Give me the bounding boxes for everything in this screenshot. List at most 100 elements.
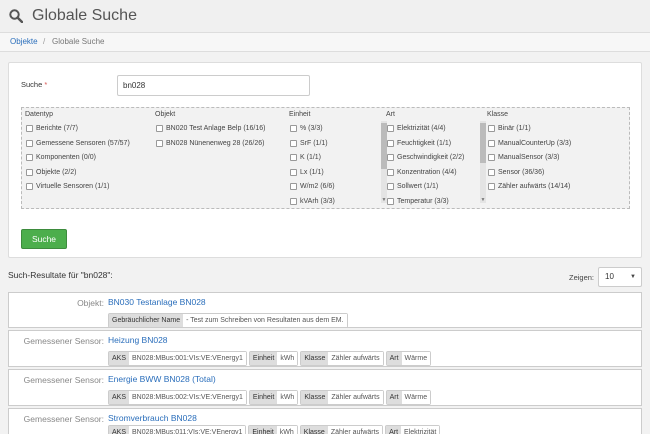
- result-tag: Gebräuchlicher Name - Test zum Schreiben …: [108, 313, 348, 328]
- result-link[interactable]: Heizung BN028: [108, 335, 168, 345]
- checkbox[interactable]: [387, 154, 394, 161]
- search-input[interactable]: [117, 75, 310, 96]
- result-tags: Gebräuchlicher Name - Test zum Schreiben …: [108, 313, 348, 329]
- search-panel: Suche * Datentyp Berichte (7/7) Gemessen…: [8, 62, 642, 258]
- checkbox[interactable]: [290, 154, 297, 161]
- filter-option[interactable]: Geschwindigkeit (2/2): [386, 151, 478, 166]
- checkbox[interactable]: [488, 183, 495, 190]
- breadcrumb-objekte-link[interactable]: Objekte: [10, 37, 38, 46]
- scrollbar-thumb[interactable]: [480, 123, 486, 163]
- page-header: Globale Suche: [0, 0, 650, 33]
- filter-column-datentyp: Datentyp Berichte (7/7) Gemessene Sensor…: [25, 111, 130, 195]
- result-link[interactable]: BN030 Testanlage BN028: [108, 297, 206, 307]
- filter-option[interactable]: BN028 Nünenenweg 28 (26/26): [155, 137, 266, 152]
- scrollbar-art[interactable]: ▼: [480, 121, 486, 203]
- checkbox[interactable]: [387, 139, 394, 147]
- result-tag: Einheit kWh: [248, 425, 298, 434]
- breadcrumb: Objekte / Globale Suche: [0, 33, 650, 52]
- result-item: Gemessener Sensor: Heizung BN028 AKS BN02…: [8, 330, 642, 367]
- result-tag: AKS BN028:MBus:001:VIs:VE:VEnergy1: [108, 351, 247, 366]
- filter-option[interactable]: Gemessene Sensoren (57/57): [25, 137, 130, 152]
- filter-list-einheit[interactable]: % (3/3) SrF (1/1) K (1/1) Lx (1/1) W/m2 …: [289, 122, 379, 208]
- result-tag: Einheit kWh: [248, 351, 299, 366]
- checkbox[interactable]: [290, 125, 297, 132]
- filter-option[interactable]: W/m2 (6/6): [289, 180, 379, 195]
- result-link[interactable]: Energie BWW BN028 (Total): [108, 374, 216, 384]
- filter-option[interactable]: kVArh (3/3): [289, 195, 379, 209]
- filter-option[interactable]: Berichte (7/7): [25, 122, 130, 137]
- checkbox[interactable]: [26, 168, 33, 176]
- result-type-label: Gemessener Sensor:: [23, 336, 104, 346]
- result-type-label: Gemessener Sensor:: [23, 375, 104, 385]
- filter-option[interactable]: Objekte (2/2): [25, 166, 130, 181]
- scroll-down-icon[interactable]: ▼: [480, 197, 486, 203]
- result-item: Objekt: BN030 Testanlage BN028 Gebräuchl…: [8, 292, 642, 328]
- filter-option[interactable]: Komponenten (0/0): [25, 151, 130, 166]
- page-size-select[interactable]: 10 ▼: [598, 267, 642, 287]
- filter-option[interactable]: Feuchtigkeit (1/1): [386, 137, 478, 152]
- checkbox[interactable]: [488, 168, 495, 176]
- result-tags: AKS BN028:MBus:001:VIs:VE:VEnergy1 Einhei…: [108, 351, 432, 367]
- filter-option[interactable]: Lx (1/1): [289, 166, 379, 181]
- search-icon: [9, 9, 23, 23]
- filter-option[interactable]: SrF (1/1): [289, 137, 379, 152]
- filter-option[interactable]: Konzentration (4/4): [386, 166, 478, 181]
- search-button[interactable]: Suche: [21, 229, 67, 249]
- checkbox[interactable]: [387, 183, 394, 190]
- chevron-down-icon: ▼: [630, 274, 636, 280]
- filter-option[interactable]: BN020 Test Anlage Belp (16/16): [155, 122, 266, 137]
- checkbox[interactable]: [387, 168, 394, 176]
- filter-column-objekt: Objekt BN020 Test Anlage Belp (16/16) BN…: [155, 111, 266, 151]
- filter-column-klasse: Klasse Binär (1/1) ManualCounterUp (3/3)…: [487, 111, 571, 195]
- checkbox[interactable]: [156, 139, 163, 147]
- result-tag: Einheit kWh: [248, 390, 299, 405]
- checkbox[interactable]: [387, 125, 394, 132]
- checkbox[interactable]: [156, 125, 163, 132]
- filter-option[interactable]: Zähler aufwärts (14/14): [487, 180, 571, 195]
- filter-list-art[interactable]: Elektrizität (4/4) Feuchtigkeit (1/1) Ge…: [386, 122, 478, 208]
- checkbox[interactable]: [387, 197, 394, 205]
- result-tag: Art Wärme: [385, 351, 432, 366]
- filter-option[interactable]: ManualSensor (3/3): [487, 151, 571, 166]
- breadcrumb-separator: /: [43, 37, 46, 46]
- checkbox[interactable]: [290, 197, 297, 205]
- result-tag: Klasse Zähler aufwärts: [300, 390, 384, 405]
- checkbox[interactable]: [488, 139, 495, 147]
- results-title: Such-Resultate für "bn028":: [8, 270, 113, 280]
- filter-option[interactable]: Sollwert (1/1): [386, 180, 478, 195]
- filter-option[interactable]: Temperatur (3/3): [386, 195, 478, 209]
- filter-header-klasse: Klasse: [487, 111, 509, 118]
- result-link[interactable]: Stromverbrauch BN028: [108, 413, 197, 423]
- page-size-label: Zeigen:: [569, 273, 595, 282]
- filter-option[interactable]: K (1/1): [289, 151, 379, 166]
- filter-option[interactable]: % (3/3): [289, 122, 379, 137]
- checkbox[interactable]: [26, 139, 33, 147]
- checkbox[interactable]: [26, 125, 33, 132]
- filter-header-objekt: Objekt: [155, 111, 176, 118]
- checkbox[interactable]: [290, 139, 297, 147]
- filter-option[interactable]: Sensor (36/36): [487, 166, 571, 181]
- result-tags: AKS BN028:MBus:011:VIs:VE:VEnergy1 Einhei…: [108, 425, 441, 434]
- result-tag: Art Elektrizität: [385, 425, 441, 434]
- filter-option[interactable]: Binär (1/1): [487, 122, 571, 137]
- result-tag: AKS BN028:MBus:002:VIs:VE:VEnergy1: [108, 390, 247, 405]
- filter-option[interactable]: Elektrizität (4/4): [386, 122, 478, 137]
- search-label: Suche *: [21, 80, 48, 89]
- filter-header-art: Art: [386, 111, 395, 118]
- checkbox[interactable]: [488, 154, 495, 161]
- checkbox[interactable]: [290, 183, 297, 190]
- checkbox[interactable]: [26, 183, 33, 190]
- filter-column-einheit: Einheit % (3/3) SrF (1/1) K (1/1) Lx (1/…: [289, 111, 379, 208]
- checkbox[interactable]: [26, 154, 33, 161]
- filter-option[interactable]: Virtuelle Sensoren (1/1): [25, 180, 130, 195]
- breadcrumb-current: Globale Suche: [52, 37, 105, 46]
- result-tags: AKS BN028:MBus:002:VIs:VE:VEnergy1 Einhei…: [108, 390, 432, 406]
- filter-header-einheit: Einheit: [289, 111, 311, 118]
- filter-option[interactable]: ManualCounterUp (3/3): [487, 137, 571, 152]
- result-type-label: Gemessener Sensor:: [23, 414, 104, 424]
- checkbox[interactable]: [488, 125, 495, 132]
- filter-column-art: Art Elektrizität (4/4) Feuchtigkeit (1/1…: [386, 111, 478, 208]
- result-type-label: Objekt:: [77, 298, 104, 308]
- result-item: Gemessener Sensor: Energie BWW BN028 (To…: [8, 369, 642, 406]
- checkbox[interactable]: [290, 168, 297, 176]
